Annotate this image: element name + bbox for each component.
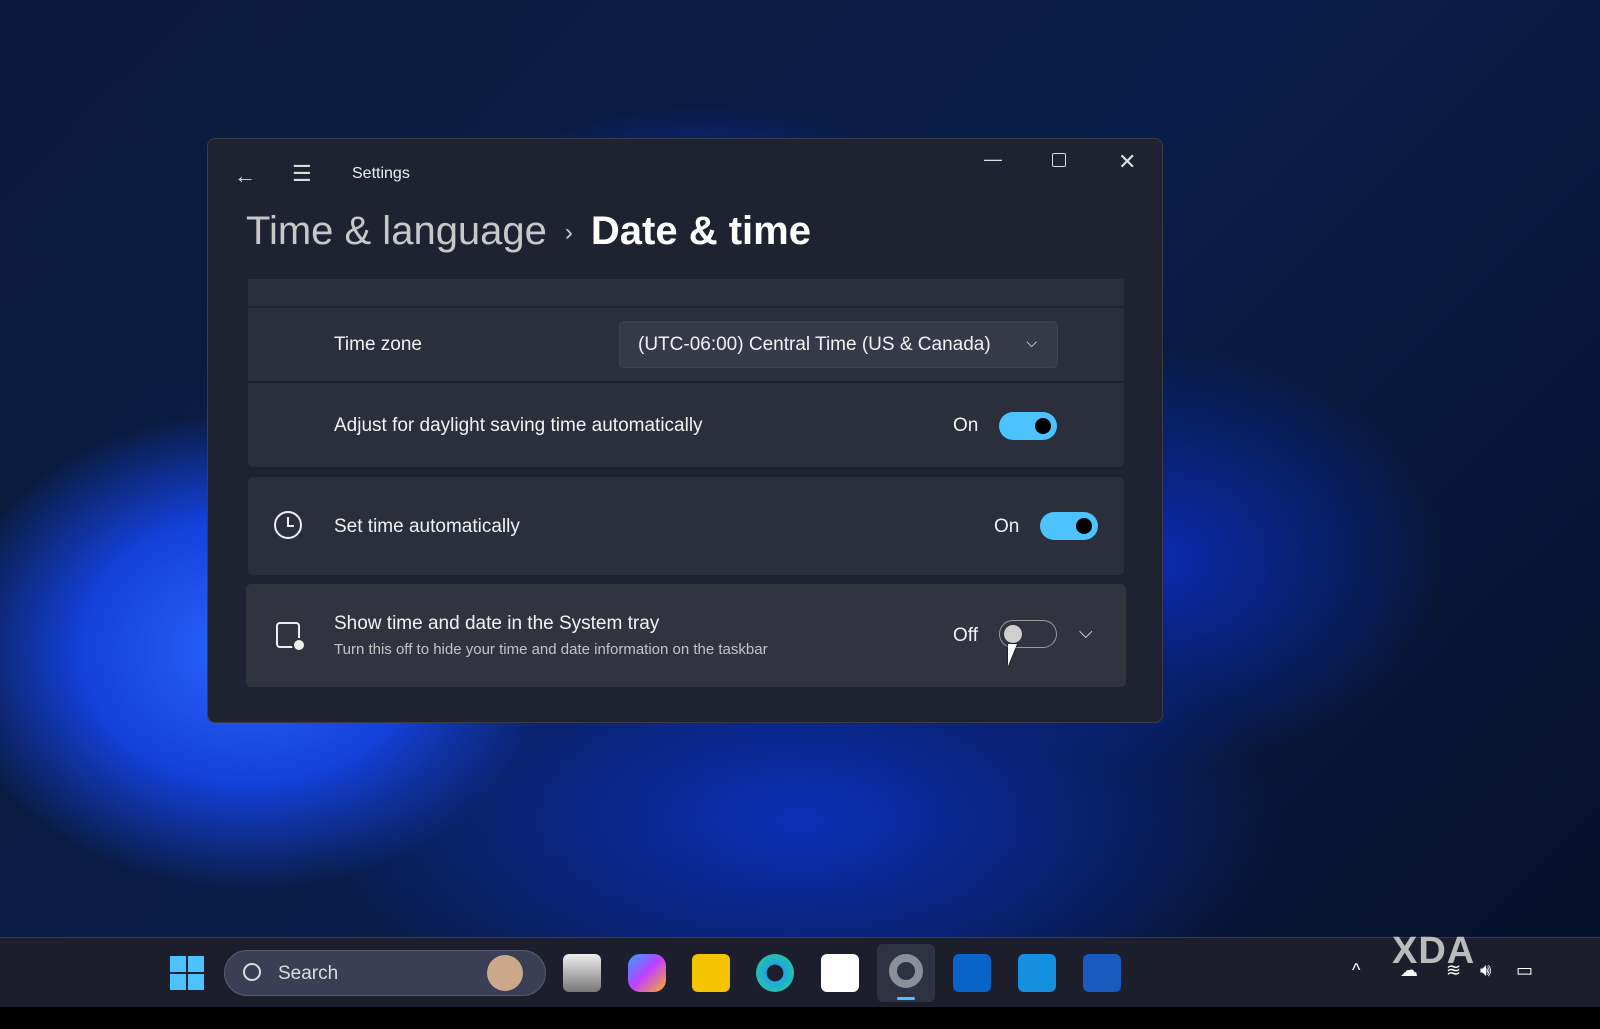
- taskbar-search[interactable]: Search: [224, 950, 546, 996]
- time-zone-label: Time zone: [334, 334, 422, 355]
- system-tray-label: Show time and date in the System tray: [334, 613, 660, 634]
- time-zone-value: (UTC-06:00) Central Time (US & Canada): [638, 334, 991, 355]
- back-button[interactable]: ←: [234, 163, 256, 189]
- set-time-automatically-label: Set time automatically: [334, 516, 520, 537]
- gear-icon: [889, 954, 923, 988]
- time-zone-dropdown[interactable]: (UTC-06:00) Central Time (US & Canada) ⌵: [619, 321, 1058, 368]
- daylight-saving-state: On: [953, 415, 979, 436]
- menu-button[interactable]: ☰: [292, 161, 312, 187]
- set-time-automatically-toggle[interactable]: [1040, 512, 1098, 540]
- mouse-cursor-icon: [1008, 644, 1017, 666]
- clock-icon: [274, 511, 302, 539]
- previous-setting-card: [248, 279, 1124, 306]
- daylight-saving-label: Adjust for daylight saving time automati…: [334, 415, 703, 436]
- volume-icon[interactable]: 🔊︎: [1480, 960, 1491, 981]
- chevron-right-icon: ›: [564, 219, 573, 247]
- daylight-saving-toggle[interactable]: [999, 412, 1057, 440]
- set-time-automatically-row: Set time automatically On: [248, 477, 1124, 575]
- wifi-icon[interactable]: ≋: [1446, 960, 1461, 981]
- microsoft-store-icon[interactable]: [821, 954, 859, 992]
- daylight-saving-row: Adjust for daylight saving time automati…: [248, 383, 1124, 467]
- system-tray-row[interactable]: Show time and date in the System tray Tu…: [246, 584, 1126, 687]
- minimize-button[interactable]: —: [984, 149, 1002, 170]
- file-explorer-icon[interactable]: [692, 954, 730, 992]
- outlook-icon[interactable]: [953, 954, 991, 992]
- search-icon: [243, 963, 261, 981]
- page-title: Date & time: [590, 209, 811, 253]
- show-hidden-icons-chevron[interactable]: ^: [1352, 960, 1360, 981]
- new-outlook-icon[interactable]: [1018, 954, 1056, 992]
- word-icon[interactable]: [1083, 954, 1121, 992]
- search-highlight-icon: [487, 955, 523, 991]
- calendar-clock-icon: [276, 622, 306, 652]
- edge-icon[interactable]: [756, 954, 794, 992]
- breadcrumb: Time & language › Date & time: [246, 209, 811, 254]
- close-button[interactable]: ✕: [1118, 149, 1136, 175]
- search-placeholder: Search: [278, 963, 339, 984]
- system-tray-description: Turn this off to hide your time and date…: [334, 641, 768, 658]
- expand-chevron-icon[interactable]: ⌵: [1079, 622, 1093, 643]
- settings-window: ← ☰ Settings — ✕ Time & language › Date & …: [207, 138, 1163, 723]
- taskbar: Search XDA ^ ☁ ≋ 🔊︎ ▭: [0, 930, 1600, 1007]
- maximize-button[interactable]: [1052, 153, 1066, 167]
- battery-icon[interactable]: ▭: [1516, 960, 1533, 981]
- settings-taskbar-button[interactable]: [877, 944, 935, 1002]
- task-view-icon[interactable]: [563, 954, 601, 992]
- chevron-down-icon: ⌵: [1026, 334, 1037, 350]
- start-button[interactable]: [168, 954, 206, 992]
- set-time-automatically-state: On: [994, 516, 1020, 537]
- copilot-icon[interactable]: [628, 954, 666, 992]
- weather-icon[interactable]: ☁: [1400, 960, 1418, 981]
- breadcrumb-parent[interactable]: Time & language: [246, 209, 547, 254]
- system-tray-state: Off: [953, 625, 978, 646]
- window-title: Settings: [352, 165, 410, 182]
